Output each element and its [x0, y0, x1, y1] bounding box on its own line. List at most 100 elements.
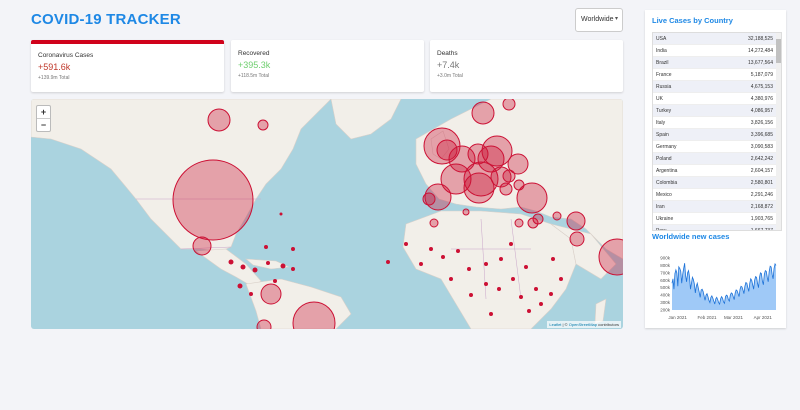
country-name: Turkey	[656, 107, 672, 114]
table-row: USA 32,188,525	[653, 33, 781, 45]
table-row: UK 4,380,976	[653, 93, 781, 105]
attribution-rest: contributors	[596, 322, 619, 327]
country-name: Iran	[656, 203, 665, 210]
case-circle[interactable]	[462, 208, 470, 216]
table-row: Turkey 4,086,957	[653, 105, 781, 117]
country-cases: 4,675,153	[750, 83, 773, 90]
table-row: Mexico 2,291,246	[653, 189, 781, 201]
country-cases: 13,677,564	[747, 59, 773, 66]
case-circle[interactable]	[514, 218, 524, 228]
country-cases: 14,272,484	[747, 47, 773, 54]
cases-card[interactable]: Coronavirus Cases +591.6k +139.9m Total	[31, 40, 224, 92]
table-row: Brazil 13,677,564	[653, 57, 781, 69]
table-row: France 5,187,079	[653, 69, 781, 81]
map-land	[31, 99, 623, 329]
country-name: Ukraine	[656, 215, 674, 222]
new-cases-chart: 200k 300k 400k 500k 600k 700k 800k 900k Jan 2021…	[660, 256, 777, 320]
y-tick-label: 400k	[660, 293, 671, 298]
country-name: Argentina	[656, 167, 678, 174]
osm-link[interactable]: OpenStreetMap	[569, 322, 597, 327]
case-circle[interactable]	[256, 319, 272, 329]
case-circle[interactable]	[527, 217, 539, 229]
live-cases-table[interactable]: USA 32,188,525 India 14,272,484 Brazil 13,677…	[652, 32, 782, 231]
zoom-control: + −	[36, 105, 51, 132]
country-cases: 2,604,157	[750, 167, 773, 174]
zoom-out-button[interactable]: −	[37, 119, 50, 131]
country-cases: 2,642,242	[750, 155, 773, 162]
table-row: Russia 4,675,153	[653, 81, 781, 93]
table-row: Ukraine 1,903,765	[653, 213, 781, 225]
country-cases: 2,291,246	[750, 191, 773, 198]
country-cases: 1,903,765	[750, 215, 773, 222]
table-row: Iran 2,168,872	[653, 201, 781, 213]
table-row: India 14,272,484	[653, 45, 781, 57]
y-tick-label: 800k	[660, 263, 671, 268]
recovered-total: +118.5m Total	[238, 73, 270, 79]
map-attribution: Leaflet | © OpenStreetMap contributors	[547, 321, 621, 328]
y-tick-label: 700k	[660, 270, 671, 275]
country-cases: 3,396,685	[750, 131, 773, 138]
case-circle[interactable]	[481, 135, 513, 167]
x-tick-label: Apr 2021	[754, 315, 773, 320]
table-row: Argentina 2,604,157	[653, 165, 781, 177]
country-name: Poland	[656, 155, 672, 162]
map-canvas[interactable]	[31, 99, 623, 329]
cases-total: +139.9m Total	[38, 75, 70, 81]
live-cases-rows: USA 32,188,525 India 14,272,484 Brazil 13,677…	[653, 33, 781, 231]
country-cases: 32,188,525	[747, 35, 773, 42]
scrollbar-thumb[interactable]	[776, 39, 781, 63]
case-circle[interactable]	[513, 179, 525, 191]
country-name: Brazil	[656, 59, 669, 66]
country-name: France	[656, 71, 672, 78]
y-tick-label: 900k	[660, 256, 671, 261]
zoom-in-button[interactable]: +	[37, 106, 50, 119]
country-cases: 4,086,957	[750, 107, 773, 114]
recovered-label: Recovered	[238, 50, 270, 57]
chevron-down-icon: ▾	[614, 16, 618, 22]
case-circle[interactable]	[552, 211, 562, 221]
case-circle[interactable]	[429, 218, 439, 228]
case-circle[interactable]	[502, 169, 516, 183]
case-circle[interactable]	[260, 283, 282, 305]
x-tick-label: Feb 2021	[697, 315, 717, 320]
country-cases: 2,168,872	[750, 203, 773, 210]
recovered-card[interactable]: Recovered +395.3k +118.5m Total	[231, 40, 424, 92]
leaflet-link[interactable]: Leaflet	[549, 322, 561, 327]
app-title: COVID-19 TRACKER	[31, 11, 181, 28]
recovered-value: +395.3k	[238, 60, 271, 70]
case-circle[interactable]	[257, 119, 269, 131]
region-select[interactable]: Worldwide ▾	[575, 8, 623, 32]
new-cases-title: Worldwide new cases	[652, 232, 730, 241]
case-circle[interactable]	[569, 231, 585, 247]
case-circle[interactable]	[172, 159, 254, 241]
country-cases: 3,826,156	[750, 119, 773, 126]
cases-value: +591.6k	[38, 62, 71, 72]
table-row: Colombia 2,580,801	[653, 177, 781, 189]
case-circle[interactable]	[471, 101, 495, 125]
scrollbar[interactable]	[776, 33, 781, 230]
case-circle[interactable]	[207, 108, 231, 132]
country-name: Colombia	[656, 179, 678, 186]
case-circle[interactable]	[499, 182, 513, 196]
x-tick-label: Mar 2021	[724, 315, 744, 320]
country-cases: 2,580,801	[750, 179, 773, 186]
case-circle[interactable]	[463, 172, 495, 204]
live-cases-title: Live Cases by Country	[652, 16, 733, 25]
deaths-value: +7.4k	[437, 60, 460, 70]
table-row: Germany 3,090,583	[653, 141, 781, 153]
country-name: Peru	[656, 227, 667, 231]
case-circle[interactable]	[566, 211, 586, 231]
world-map[interactable]: + − Leaflet | © OpenStreetMap contributo…	[31, 99, 623, 329]
deaths-label: Deaths	[437, 50, 458, 57]
country-name: Russia	[656, 83, 672, 90]
case-circle[interactable]	[192, 236, 212, 256]
table-row: Peru 1,667,737	[653, 225, 781, 231]
case-circle[interactable]	[502, 99, 516, 111]
case-circle[interactable]	[422, 192, 436, 206]
deaths-card[interactable]: Deaths +7.4k +3.0m Total	[430, 40, 623, 92]
table-row: Poland 2,642,242	[653, 153, 781, 165]
country-cases: 1,667,737	[750, 227, 773, 231]
deaths-total: +3.0m Total	[437, 73, 463, 79]
table-row: Italy 3,826,156	[653, 117, 781, 129]
country-name: India	[656, 47, 667, 54]
